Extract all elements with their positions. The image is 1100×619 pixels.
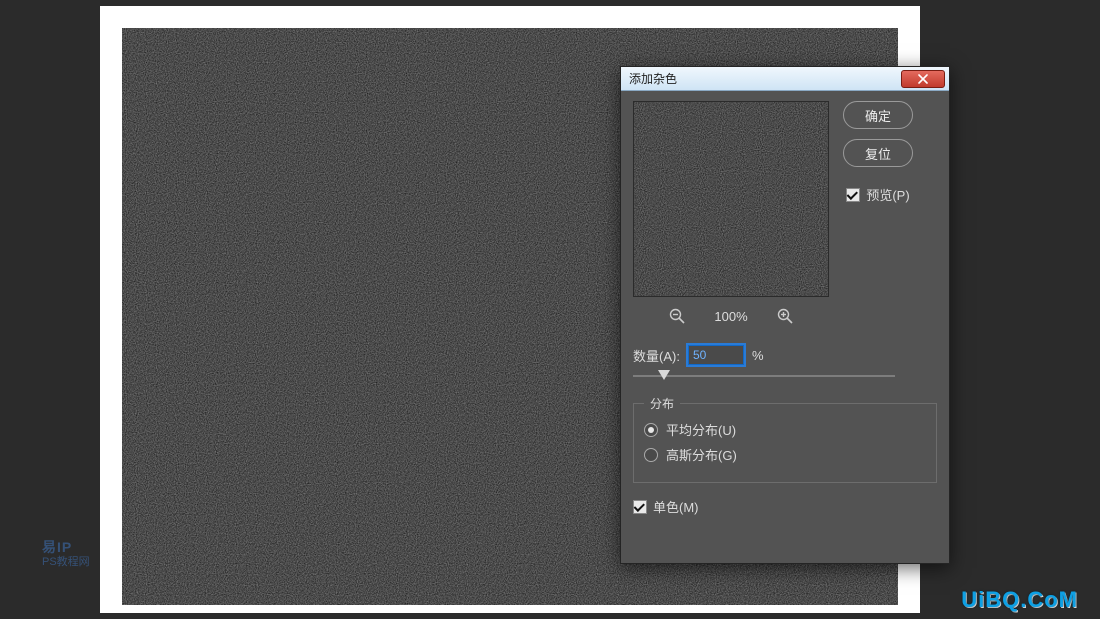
preview-checkbox-row[interactable]: 预览(P) — [846, 185, 909, 204]
gaussian-radio-row[interactable]: 高斯分布(G) — [644, 445, 926, 464]
dialog-title: 添加杂色 — [629, 70, 677, 87]
monochrome-checkbox[interactable] — [633, 500, 647, 514]
zoom-out-icon[interactable] — [668, 307, 686, 325]
distribution-group: 分布 平均分布(U) 高斯分布(G) — [633, 403, 937, 483]
zoom-in-icon[interactable] — [776, 307, 794, 325]
ok-button[interactable]: 确定 — [843, 101, 913, 129]
amount-label: 数量(A): — [633, 346, 680, 365]
watermark-right: UiBQ.CoM — [961, 587, 1078, 613]
amount-slider[interactable] — [633, 371, 895, 387]
watermark-left-top: 易IP — [42, 539, 90, 556]
distribution-legend: 分布 — [644, 395, 680, 412]
uniform-label: 平均分布(U) — [666, 420, 736, 439]
preview-label: 预览(P) — [866, 185, 909, 204]
gaussian-label: 高斯分布(G) — [666, 445, 737, 464]
preview-checkbox[interactable] — [846, 188, 860, 202]
uniform-radio-row[interactable]: 平均分布(U) — [644, 420, 926, 439]
monochrome-label: 单色(M) — [653, 497, 699, 516]
slider-track-line — [633, 375, 895, 377]
dialog-titlebar[interactable]: 添加杂色 — [621, 67, 949, 91]
close-icon — [917, 74, 929, 84]
noise-preview-thumbnail[interactable] — [633, 101, 829, 297]
close-button[interactable] — [901, 70, 945, 88]
watermark-left-bottom: PS教程网 — [42, 556, 90, 569]
slider-thumb[interactable] — [658, 370, 670, 380]
zoom-level: 100% — [714, 309, 747, 324]
reset-button[interactable]: 复位 — [843, 139, 913, 167]
add-noise-dialog: 添加杂色 确定 复位 预览(P) — [620, 66, 950, 564]
amount-input[interactable] — [688, 345, 744, 365]
watermark-left: 易IP PS教程网 — [42, 539, 90, 569]
gaussian-radio[interactable] — [644, 448, 658, 462]
monochrome-row[interactable]: 单色(M) — [633, 497, 937, 516]
amount-unit: % — [752, 348, 764, 363]
uniform-radio[interactable] — [644, 423, 658, 437]
